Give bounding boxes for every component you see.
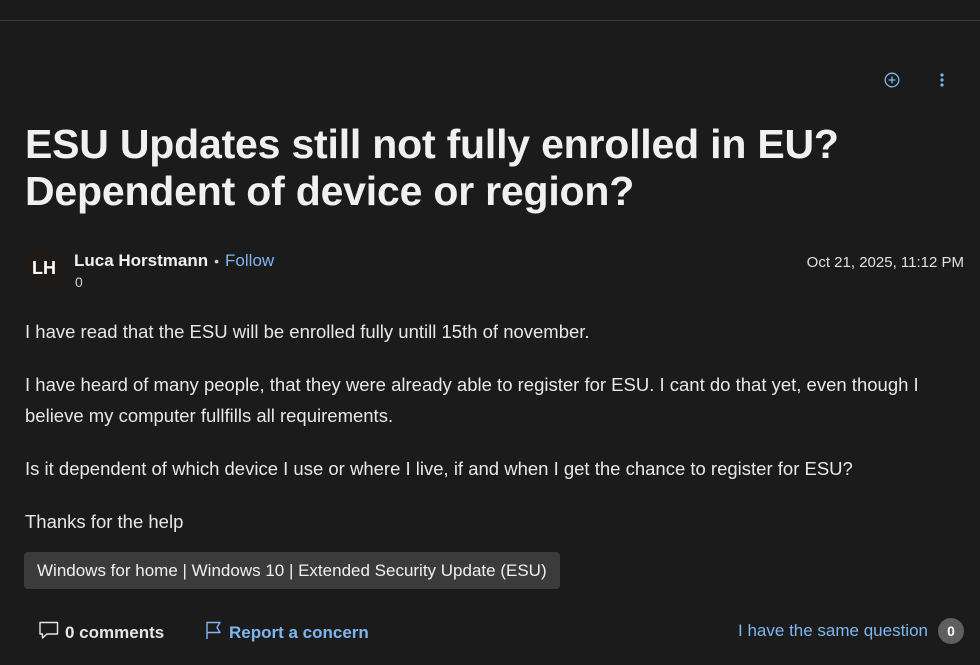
body-paragraph: I have read that the ESU will be enrolle…: [25, 321, 590, 342]
body-paragraph: Is it dependent of which device I use or…: [25, 458, 853, 479]
author-reputation: 0: [75, 274, 83, 290]
report-concern-label: Report a concern: [229, 622, 369, 642]
author-row: LH Luca Horstmann • Follow 0 Oct 21, 202…: [24, 248, 964, 292]
more-vertical-icon[interactable]: [930, 68, 954, 92]
avatar[interactable]: LH: [24, 248, 64, 288]
question-title: ESU Updates still not fully enrolled in …: [25, 121, 839, 214]
body-paragraph: Thanks for the help: [25, 511, 184, 532]
flag-icon: [204, 620, 224, 645]
body-paragraph: I have heard of many people, that they w…: [25, 374, 919, 426]
follow-link[interactable]: Follow: [225, 250, 274, 272]
same-question-count-badge: 0: [938, 618, 964, 644]
product-tag[interactable]: Windows for home | Windows 10 | Extended…: [24, 552, 560, 589]
question-body: I have read that the ESU will be enrolle…: [25, 316, 925, 559]
question-actions: [880, 68, 954, 92]
question-footer: 0 comments Report a concern I have the s…: [38, 618, 964, 648]
author-name-line: Luca Horstmann • Follow: [74, 250, 274, 272]
report-concern-button[interactable]: Report a concern: [204, 620, 369, 645]
same-question-group: I have the same question 0: [738, 618, 964, 644]
separator-dot: •: [214, 253, 220, 269]
comments-button[interactable]: 0 comments: [38, 620, 164, 645]
add-circle-icon[interactable]: [880, 68, 904, 92]
same-question-button[interactable]: I have the same question: [738, 621, 928, 641]
top-bar: [0, 0, 980, 21]
comment-icon: [38, 620, 60, 645]
author-name[interactable]: Luca Horstmann: [74, 250, 208, 272]
comments-label: 0 comments: [65, 622, 165, 642]
post-date: Oct 21, 2025, 11:12 PM: [806, 254, 964, 271]
